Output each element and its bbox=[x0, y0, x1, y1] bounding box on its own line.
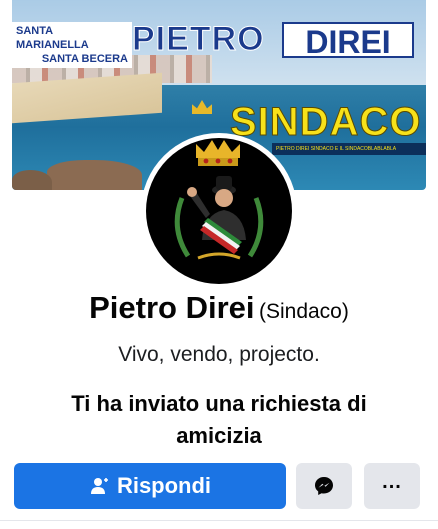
cover-slogan: PIETRO DIREI SINDACO E IL SINDACOBLABLAB… bbox=[272, 143, 426, 155]
messenger-icon bbox=[315, 477, 333, 495]
cover-location-tag: SANTA MARIANELLA SANTA BECERA bbox=[12, 22, 132, 68]
cover-title-first: PIETRO bbox=[132, 20, 265, 59]
respond-button[interactable]: Rispondi bbox=[14, 463, 286, 509]
profile-avatar[interactable] bbox=[141, 133, 297, 289]
friend-request-line1: Ti ha inviato una richiesta di bbox=[71, 391, 367, 416]
messenger-button[interactable] bbox=[296, 463, 352, 509]
mayor-emblem-icon bbox=[174, 140, 264, 260]
cover-title-last: DIREI bbox=[282, 22, 414, 60]
cover-rocks bbox=[47, 160, 142, 190]
cover-location-line1: SANTA MARIANELLA bbox=[16, 25, 89, 51]
friend-request-text: Ti ha inviato una richiesta di amicizia bbox=[0, 388, 438, 452]
friend-request-line2: amicizia bbox=[176, 423, 262, 448]
cover-sindaco-text: SINDACO bbox=[229, 100, 422, 145]
cover-location-line2: SANTA BECERA bbox=[41, 53, 128, 65]
more-dots-icon: ... bbox=[382, 471, 402, 493]
avatar-emblem bbox=[146, 138, 292, 284]
section-divider bbox=[0, 520, 438, 521]
respond-button-label: Rispondi bbox=[116, 473, 212, 498]
more-options-button[interactable]: ... bbox=[364, 463, 420, 509]
profile-name: Pietro Direi bbox=[89, 290, 255, 325]
profile-bio: Vivo, vendo, projecto. bbox=[118, 343, 320, 366]
profile-name-row: Pietro Direi (Sindaco) bbox=[0, 290, 438, 326]
cover-rocks-left bbox=[12, 170, 52, 190]
person-icon bbox=[90, 478, 108, 494]
profile-alternate-name: (Sindaco) bbox=[258, 300, 349, 323]
